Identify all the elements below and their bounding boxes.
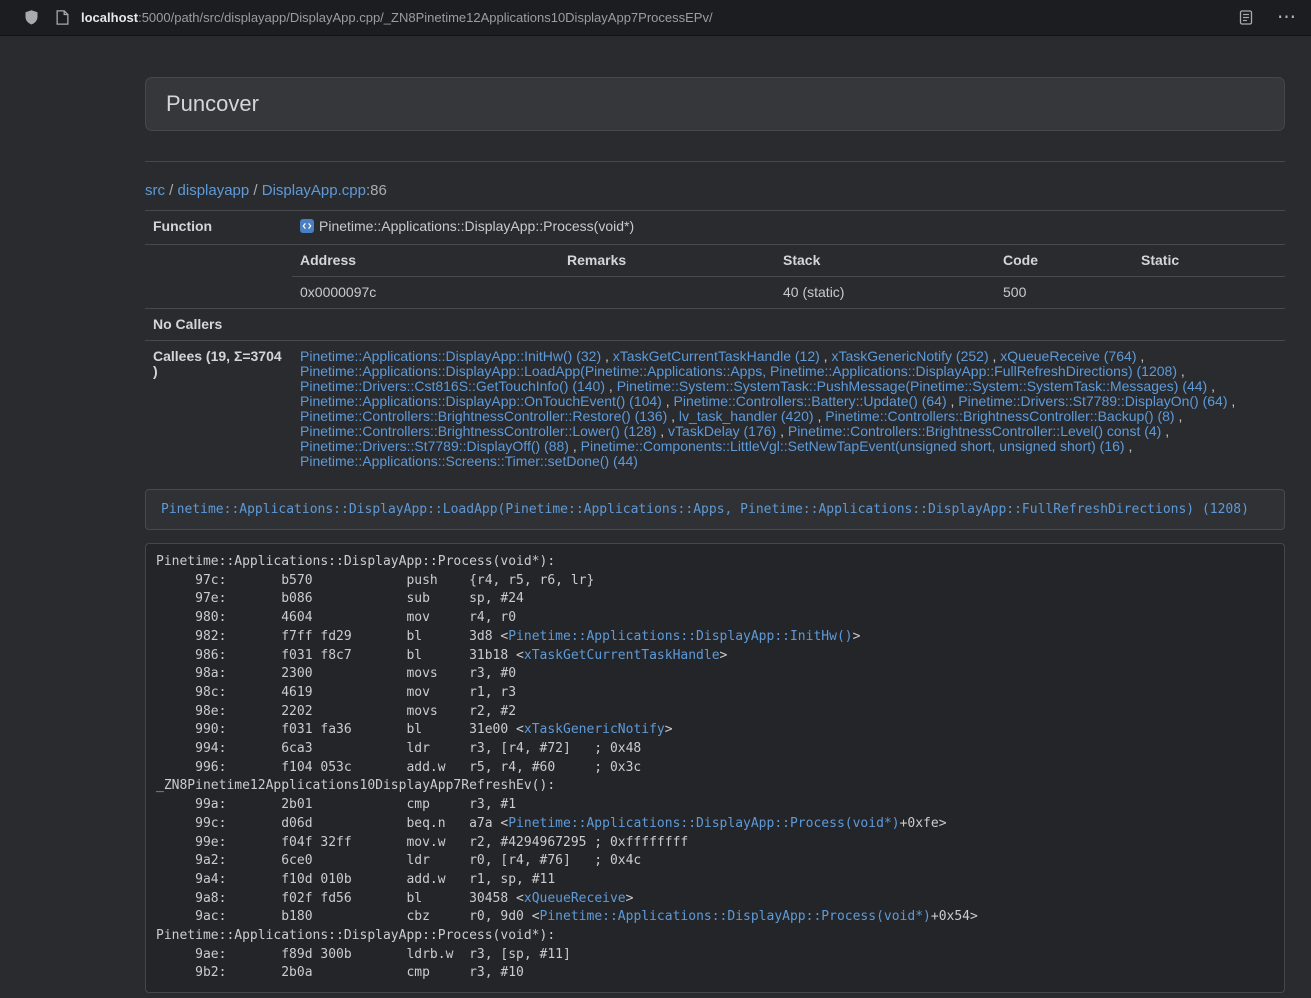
panel-heading-link[interactable]: Pinetime::Applications::DisplayApp::Load… (146, 490, 1284, 529)
callee-separator: , (1125, 438, 1133, 454)
no-callers-label: No Callers (145, 309, 292, 341)
code-symbol-link[interactable]: Pinetime::Applications::DisplayApp::Init… (508, 629, 852, 644)
callee-separator: , (820, 348, 828, 364)
callee-link[interactable]: xQueueReceive (764) (1000, 348, 1136, 364)
code-symbol-link[interactable]: xQueueReceive (524, 891, 626, 906)
main-content: Puncover src / displayapp / DisplayApp.c… (145, 77, 1285, 993)
metrics-row: Address Remarks Stack Code Static 0x0000… (145, 245, 1285, 309)
callers-row: No Callers (145, 309, 1285, 341)
function-icon (300, 219, 314, 236)
symbol-table: Function Pinetime::Applications::Display… (145, 210, 1285, 477)
symbol-panel: Pinetime::Applications::DisplayApp::Load… (145, 489, 1285, 530)
reader-view-icon[interactable] (1239, 10, 1253, 25)
url-path: :5000/path/src/displayapp/DisplayApp.cpp… (138, 10, 713, 25)
callee-separator: , (1175, 408, 1183, 424)
callee-link[interactable]: vTaskDelay (176) (668, 423, 776, 439)
callee-link[interactable]: Pinetime::Controllers::BrightnessControl… (300, 408, 667, 424)
callee-separator: , (605, 378, 613, 394)
url-host: localhost (81, 10, 138, 25)
callee-link[interactable]: Pinetime::Drivers::St7789::DisplayOn() (… (958, 393, 1227, 409)
browser-chrome: localhost:5000/path/src/displayapp/Displ… (0, 0, 1311, 36)
static-value (1133, 277, 1285, 309)
callee-separator: , (656, 423, 664, 439)
address-value: 0x0000097c (292, 277, 559, 309)
callee-separator: , (1161, 423, 1169, 439)
code-symbol-link[interactable]: xTaskGetCurrentTaskHandle (524, 648, 720, 663)
callee-separator: , (569, 438, 577, 454)
callee-link[interactable]: xTaskGetCurrentTaskHandle (12) (613, 348, 820, 364)
column-header-static: Static (1133, 245, 1285, 277)
callees-list: Pinetime::Applications::DisplayApp::Init… (292, 341, 1285, 478)
code-size-value: 500 (995, 277, 1133, 309)
url-bar[interactable]: localhost:5000/path/src/displayapp/Displ… (81, 10, 1239, 25)
code-symbol-link[interactable]: Pinetime::Applications::DisplayApp::Proc… (540, 909, 931, 924)
breadcrumb-link[interactable]: DisplayApp.cpp (262, 182, 366, 199)
callee-link[interactable]: Pinetime::Drivers::St7789::DisplayOff() … (300, 438, 569, 454)
metrics-table: Address Remarks Stack Code Static 0x0000… (292, 245, 1285, 308)
overflow-menu-icon[interactable]: ⋯ (1277, 8, 1297, 27)
column-header-remarks: Remarks (559, 245, 775, 277)
callee-link[interactable]: Pinetime::Controllers::BrightnessControl… (300, 423, 656, 439)
callee-link[interactable]: Pinetime::Controllers::BrightnessControl… (788, 423, 1161, 439)
breadcrumb-separator: / (249, 182, 262, 199)
function-label: Function (145, 211, 292, 245)
callee-link[interactable]: Pinetime::Applications::Screens::Timer::… (300, 453, 638, 469)
breadcrumb-link[interactable]: displayapp (178, 182, 250, 199)
metrics-value-row: 0x0000097c 40 (static) 500 (292, 277, 1285, 309)
stack-value: 40 (static) (775, 277, 995, 309)
app-header: Puncover (145, 77, 1285, 131)
callees-label: Callees (19, Σ=3704 ) (145, 341, 292, 478)
page-title: Puncover (166, 91, 1264, 117)
callee-link[interactable]: Pinetime::Components::LittleVgl::SetNewT… (581, 438, 1125, 454)
callee-link[interactable]: Pinetime::Controllers::Battery::Update()… (674, 393, 947, 409)
callee-separator: , (814, 408, 822, 424)
page-icon[interactable] (56, 10, 69, 25)
breadcrumb-line-number: :86 (366, 182, 387, 199)
callee-separator: , (662, 393, 670, 409)
callee-link[interactable]: lv_task_handler (420) (679, 408, 814, 424)
code-symbol-link[interactable]: xTaskGenericNotify (524, 722, 665, 737)
callee-separator: , (667, 408, 675, 424)
callees-row: Callees (19, Σ=3704 ) Pinetime::Applicat… (145, 341, 1285, 478)
disassembly: Pinetime::Applications::DisplayApp::Proc… (145, 543, 1285, 993)
remarks-value (559, 277, 775, 309)
function-row: Function Pinetime::Applications::Display… (145, 211, 1285, 245)
column-header-address: Address (292, 245, 559, 277)
callee-link[interactable]: Pinetime::Controllers::BrightnessControl… (825, 408, 1174, 424)
callee-separator: , (1207, 378, 1215, 394)
breadcrumb-link[interactable]: src (145, 182, 165, 199)
shield-icon[interactable] (24, 9, 39, 26)
callee-separator: , (776, 423, 784, 439)
column-header-stack: Stack (775, 245, 995, 277)
callee-link[interactable]: Pinetime::Applications::DisplayApp::Init… (300, 348, 601, 364)
callee-separator: , (1177, 363, 1185, 379)
callee-separator: , (947, 393, 955, 409)
callee-separator: , (989, 348, 997, 364)
callee-link[interactable]: Pinetime::System::SystemTask::PushMessag… (617, 378, 1208, 394)
divider (145, 161, 1285, 162)
callee-separator: , (1228, 393, 1236, 409)
column-header-code: Code (995, 245, 1133, 277)
callee-separator: , (1136, 348, 1144, 364)
metrics-header-row: Address Remarks Stack Code Static (292, 245, 1285, 277)
code-symbol-link[interactable]: Pinetime::Applications::DisplayApp::Proc… (508, 816, 899, 831)
disassembly-code: Pinetime::Applications::DisplayApp::Proc… (156, 554, 978, 980)
callee-separator: , (601, 348, 609, 364)
callee-link[interactable]: Pinetime::Applications::DisplayApp::OnTo… (300, 393, 662, 409)
callee-link[interactable]: Pinetime::Applications::DisplayApp::Load… (300, 363, 1177, 379)
callee-link[interactable]: Pinetime::Drivers::Cst816S::GetTouchInfo… (300, 378, 605, 394)
breadcrumb-separator: / (165, 182, 178, 199)
callee-link[interactable]: xTaskGenericNotify (252) (831, 348, 988, 364)
breadcrumb: src / displayapp / DisplayApp.cpp:86 (145, 182, 1285, 200)
function-name: Pinetime::Applications::DisplayApp::Proc… (319, 218, 634, 234)
